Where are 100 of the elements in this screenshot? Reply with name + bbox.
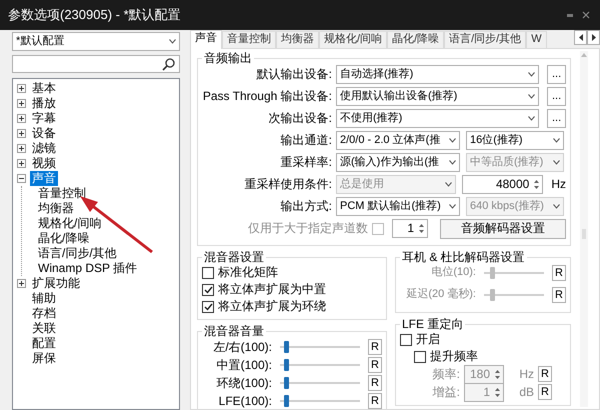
tree-item[interactable]: 辅助 <box>30 291 58 306</box>
caret-icon <box>528 94 536 99</box>
field-label: 仅用于大于指定声道数 <box>247 221 368 236</box>
field-label: 默认输出设备: <box>256 67 332 82</box>
more-button[interactable]: ... <box>547 65 566 84</box>
minimize-icon <box>566 11 574 19</box>
tab[interactable]: 晶化/降噪 <box>387 31 444 49</box>
field-label: 次输出设备: <box>268 111 332 126</box>
checkbox[interactable] <box>202 284 214 296</box>
field-label: 环绕(100): <box>216 376 272 390</box>
field-label: Pass Through 输出设备: <box>202 89 332 104</box>
field-label: 延迟(20 毫秒): <box>405 288 476 302</box>
caret-icon <box>449 160 456 165</box>
tree-item[interactable]: 扩展功能 <box>30 276 82 291</box>
slider-thumb[interactable] <box>284 395 289 407</box>
tree-item[interactable]: 语言/同步/其他 <box>36 246 119 261</box>
dropdown[interactable]: *默认配置 <box>12 32 180 51</box>
tree-item[interactable]: Winamp DSP 插件 <box>36 261 140 276</box>
caret-icon <box>445 182 452 187</box>
spin-arrows-icon <box>418 222 425 235</box>
reset-button[interactable]: R <box>368 357 382 373</box>
dropdown[interactable]: 16位(推荐) <box>466 131 564 150</box>
reset-button[interactable]: R <box>368 375 382 391</box>
unit-label: dB <box>518 384 534 400</box>
field-label: 输出通道: <box>280 133 332 148</box>
slider-thumb[interactable] <box>284 377 289 389</box>
scroll-left-button[interactable] <box>574 30 587 45</box>
field-label: 增益: <box>432 384 460 400</box>
tree-item[interactable]: 均衡器 <box>36 201 76 216</box>
close-icon <box>582 11 590 19</box>
tab[interactable]: 语言/同步/其他 <box>444 31 526 49</box>
dropdown[interactable]: 源(输入)作为输出(推 <box>336 153 460 172</box>
tree-item[interactable]: 晶化/降噪 <box>36 231 92 246</box>
slider-thumb[interactable] <box>284 359 289 371</box>
caret-icon <box>553 204 560 209</box>
caret-icon <box>449 204 456 209</box>
tree-item[interactable]: 视频 <box>30 156 58 171</box>
scroll-right-button[interactable] <box>587 30 600 45</box>
search-icon <box>162 58 175 70</box>
tree-item[interactable]: 关联 <box>30 321 58 336</box>
dropdown[interactable]: 使用默认输出设备(推荐) <box>336 87 540 106</box>
tree-item[interactable]: 设备 <box>30 126 58 141</box>
tab[interactable]: 规格化/间响 <box>319 31 388 49</box>
tree-item[interactable]: 基本 <box>30 81 58 96</box>
caret-icon <box>553 138 560 143</box>
tree-item[interactable]: 屏保 <box>30 351 58 366</box>
spin-arrows-icon <box>533 178 540 191</box>
caret-icon <box>553 160 560 165</box>
field-label: 频率: <box>432 366 460 382</box>
tree-item[interactable]: 声音 <box>30 171 58 186</box>
reset-button[interactable]: R <box>368 393 382 409</box>
tab[interactable]: 声音 <box>190 30 222 49</box>
tree-item[interactable]: 音量控制 <box>36 186 88 201</box>
field-label: 中置(100): <box>216 358 272 372</box>
group-title: 耳机 & 杜比解码器设置 <box>401 250 526 264</box>
dropdown[interactable]: 2/0/0 - 2.0 立体声(推 <box>336 131 460 150</box>
dropdown[interactable]: 自动选择(推荐) <box>336 65 540 84</box>
reset-button[interactable]: R <box>368 339 382 355</box>
tree-item[interactable]: 配置 <box>30 336 58 351</box>
dropdown[interactable]: 不使用(推荐) <box>336 109 540 128</box>
field-label: 输出方式: <box>280 199 332 214</box>
field-label: 重采样率: <box>280 155 332 170</box>
checkbox[interactable] <box>414 350 426 362</box>
option-label: 开启 <box>416 332 440 347</box>
tree-item[interactable]: 规格化/间响 <box>36 216 104 231</box>
group-title: 混音器音量 <box>203 324 265 338</box>
unit-label: Hz <box>551 177 566 192</box>
window-title: 参数选项(230905) - *默认配置 <box>8 7 182 23</box>
tab[interactable]: W <box>526 31 547 49</box>
group-title: 音频输出 <box>203 51 253 65</box>
more-button[interactable]: ... <box>547 109 566 128</box>
option-label: 提升频率 <box>430 349 478 364</box>
caret-icon <box>528 116 536 121</box>
more-button[interactable]: ... <box>547 87 566 106</box>
slider-thumb[interactable] <box>284 341 289 353</box>
tab[interactable]: 音量控制 <box>222 31 276 49</box>
tree-item[interactable]: 播放 <box>30 96 58 111</box>
tree-item[interactable]: 字幕 <box>30 111 58 126</box>
field-label: 电位(10): <box>430 266 476 280</box>
field-label: 重采样使用条件: <box>244 177 332 192</box>
field-label: 左/右(100): <box>212 340 272 354</box>
checkbox[interactable] <box>202 266 214 278</box>
option-label: 将立体声扩展为中置 <box>218 282 326 297</box>
option-label: 标准化矩阵 <box>218 265 278 280</box>
dropdown[interactable]: PCM 默认输出(推荐) <box>336 197 460 216</box>
option-label: 将立体声扩展为环绕 <box>218 299 326 314</box>
caret-icon <box>169 39 176 44</box>
search-field[interactable] <box>12 55 180 73</box>
checkbox[interactable] <box>400 334 412 346</box>
checkbox[interactable] <box>202 300 214 312</box>
caret-icon <box>449 138 456 143</box>
unit-label: Hz <box>518 366 534 382</box>
tree-item[interactable]: 存档 <box>30 306 58 321</box>
tab[interactable]: 均衡器 <box>276 31 319 49</box>
caret-icon <box>528 72 536 77</box>
group-title: 混音器设置 <box>203 250 265 264</box>
field-label: LFE(100): <box>218 394 272 408</box>
tree-item[interactable]: 滤镜 <box>30 141 58 156</box>
group-title: LFE 重定向 <box>401 317 464 331</box>
spin-arrows-icon <box>494 386 501 398</box>
